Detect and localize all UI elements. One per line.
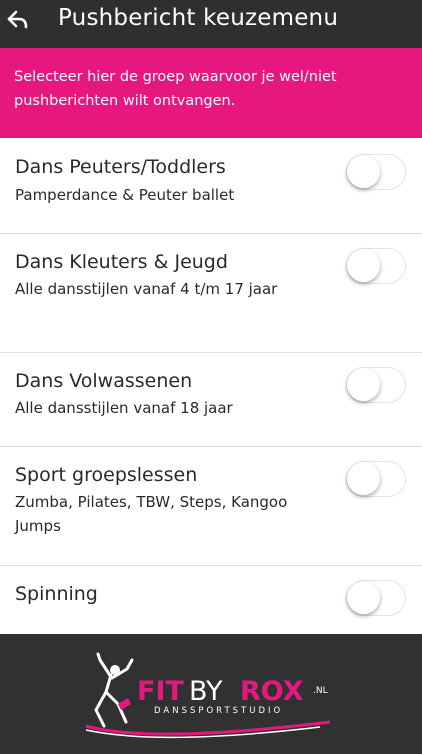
toggle-switch[interactable] — [346, 580, 406, 616]
fitbyrox-logo: FIT BY ROX .NL DANSSPORTSTUDIO — [85, 652, 331, 739]
logo-tagline: DANSSPORTSTUDIO — [154, 706, 283, 716]
toggle-knob — [347, 155, 380, 188]
item-title: Dans Kleuters & Jeugd — [15, 251, 228, 273]
item-subtitle: Zumba, Pilates, TBW, Steps, Kangoo Jumps — [15, 493, 288, 535]
logo-nl: .NL — [313, 686, 328, 696]
toggle-switch[interactable] — [346, 248, 406, 284]
info-banner: Selecteer hier de groep waarvoor je wel/… — [0, 48, 422, 138]
item-title: Spinning — [15, 583, 98, 605]
list-item-spinning[interactable]: Spinning — [0, 566, 422, 634]
notification-group-list: Dans Peuters/Toddlers Pamperdance & Peut… — [0, 138, 422, 634]
list-item-dans-peuters[interactable]: Dans Peuters/Toddlers Pamperdance & Peut… — [0, 138, 422, 234]
header-bar: Pushbericht keuzemenu — [0, 0, 422, 48]
logo-rox: ROX — [240, 676, 304, 707]
item-subtitle: Alle dansstijlen vanaf 18 jaar — [15, 399, 233, 417]
logo-fit: FIT — [137, 676, 184, 707]
dancer-icon — [94, 652, 134, 728]
page-title: Pushbericht keuzemenu — [58, 5, 339, 31]
item-title: Sport groepslessen — [15, 464, 198, 486]
list-item-dans-volwassenen[interactable]: Dans Volwassenen Alle dansstijlen vanaf … — [0, 353, 422, 447]
list-item-dans-kleuters[interactable]: Dans Kleuters & Jeugd Alle dansstijlen v… — [0, 234, 422, 353]
toggle-knob — [347, 249, 380, 282]
toggle-knob — [347, 581, 380, 614]
toggle-knob — [347, 368, 380, 401]
back-arrow-icon — [7, 10, 28, 29]
list-item-sport-groepslessen[interactable]: Sport groepslessen Zumba, Pilates, TBW, … — [0, 447, 422, 566]
toggle-knob — [347, 462, 380, 495]
toggle-switch[interactable] — [346, 461, 406, 497]
item-subtitle: Pamperdance & Peuter ballet — [15, 186, 235, 204]
footer: FIT BY ROX .NL DANSSPORTSTUDIO — [0, 634, 422, 750]
logo-by: BY — [189, 676, 223, 707]
toggle-switch[interactable] — [346, 154, 406, 190]
item-subtitle: Alle dansstijlen vanaf 4 t/m 17 jaar — [15, 280, 278, 298]
item-title: Dans Volwassenen — [15, 370, 193, 392]
toggle-switch[interactable] — [346, 367, 406, 403]
item-title: Dans Peuters/Toddlers — [15, 156, 226, 178]
back-button[interactable] — [4, 6, 32, 34]
